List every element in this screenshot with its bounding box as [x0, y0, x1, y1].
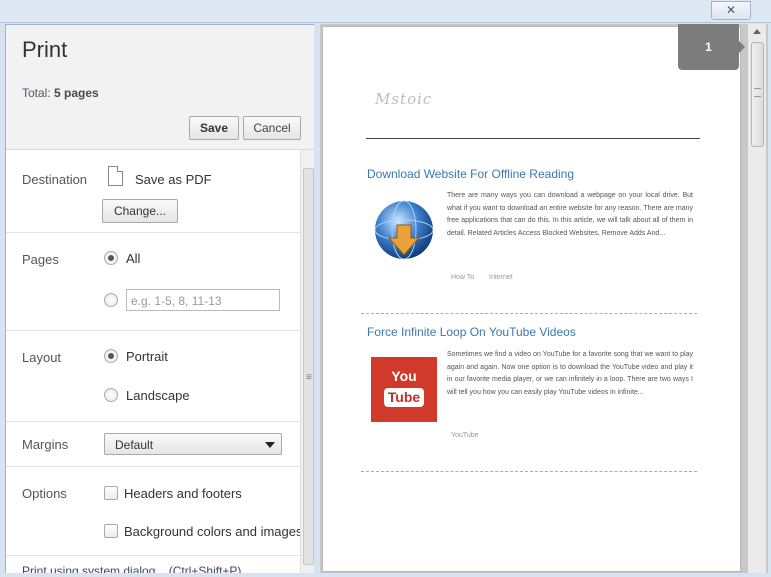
scrollbar-grip-icon	[754, 88, 761, 97]
page-title: Print	[22, 37, 68, 62]
article-tag: Internet	[489, 274, 513, 281]
print-dialog-window: ▁ ✕ Print Total: 5 pages Save Cancel Des…	[0, 0, 771, 577]
total-label: Total:	[22, 86, 51, 100]
header-divider	[366, 138, 700, 139]
youtube-logo-you: You	[391, 368, 417, 384]
background-graphics-checkbox[interactable]	[104, 524, 118, 538]
layout-section: Layout Portrait Landscape	[6, 331, 300, 422]
close-button[interactable]: ✕	[711, 1, 751, 20]
cancel-button[interactable]: Cancel	[243, 116, 301, 140]
panel-header: Print Total: 5 pages Save Cancel	[6, 25, 315, 150]
destination-label: Destination	[22, 172, 88, 187]
layout-label: Layout	[22, 350, 62, 365]
pages-all-radio[interactable]	[104, 251, 118, 265]
youtube-logo-tube: Tube	[384, 388, 424, 407]
margins-label: Margins	[22, 437, 69, 452]
youtube-logo-icon: You Tube	[371, 357, 437, 422]
preview-page: Mstoic Download Website For Offline Read…	[323, 27, 740, 571]
total-pages-summary: Total: 5 pages	[22, 86, 99, 100]
splitter-grip-icon[interactable]: ≡	[306, 372, 314, 384]
article-excerpt: There are many ways you can download a w…	[447, 192, 693, 237]
window-bottom-edge	[0, 573, 771, 577]
window-titlebar: ▁ ✕	[0, 0, 771, 23]
chevron-down-icon	[265, 442, 275, 448]
destination-value: Save as PDF	[135, 172, 212, 187]
page-range-input[interactable]: e.g. 1-5, 8, 11-13	[126, 289, 280, 311]
margins-section: Margins Default	[6, 422, 300, 467]
headers-footers-checkbox[interactable]	[104, 486, 118, 500]
settings-scrollbar[interactable]	[300, 150, 315, 574]
portrait-label: Portrait	[126, 349, 168, 364]
settings-scrollbar-thumb[interactable]	[303, 168, 314, 565]
scroll-up-icon[interactable]	[753, 29, 761, 34]
preview-scrollbar[interactable]	[748, 24, 766, 573]
headers-footers-label: Headers and footers	[124, 486, 242, 501]
preview-scrollbar-thumb[interactable]	[751, 42, 764, 147]
margins-value: Default	[115, 438, 154, 452]
article-separator	[361, 471, 697, 472]
pages-label: Pages	[22, 252, 59, 267]
pdf-document-icon	[108, 166, 123, 186]
download-globe-icon	[374, 200, 434, 260]
options-label: Options	[22, 486, 67, 501]
print-settings-panel: Print Total: 5 pages Save Cancel Destina…	[5, 24, 316, 575]
options-section: Options Headers and footers Background c…	[6, 467, 303, 556]
page-number-indicator: 1	[678, 24, 739, 70]
article-tag: YouTube	[451, 432, 479, 439]
article-excerpt: Sometimes we find a video on YouTube for…	[447, 351, 693, 396]
page-indicator-arrow	[739, 41, 745, 53]
destination-section: Destination Save as PDF Change...	[6, 150, 300, 233]
total-value: 5 pages	[54, 86, 99, 100]
site-logo: Mstoic	[375, 90, 433, 108]
landscape-label: Landscape	[126, 388, 190, 403]
pages-section: Pages All e.g. 1-5, 8, 11-13	[6, 233, 300, 331]
pages-all-label: All	[126, 251, 141, 266]
article-separator	[361, 313, 697, 314]
print-preview-area: Mstoic Download Website For Offline Read…	[320, 24, 768, 573]
article-title: Force Infinite Loop On YouTube Videos	[367, 325, 576, 339]
article-title: Download Website For Offline Reading	[367, 167, 574, 181]
landscape-radio[interactable]	[104, 388, 118, 402]
portrait-radio[interactable]	[104, 349, 118, 363]
change-destination-button[interactable]: Change...	[102, 199, 178, 223]
save-button[interactable]: Save	[189, 116, 239, 140]
margins-select[interactable]: Default	[104, 433, 282, 455]
settings-list: Destination Save as PDF Change... Pages …	[6, 150, 303, 574]
article-tag: How To	[451, 274, 475, 281]
pages-range-radio[interactable]	[104, 293, 118, 307]
background-graphics-label: Background colors and images	[124, 524, 303, 539]
